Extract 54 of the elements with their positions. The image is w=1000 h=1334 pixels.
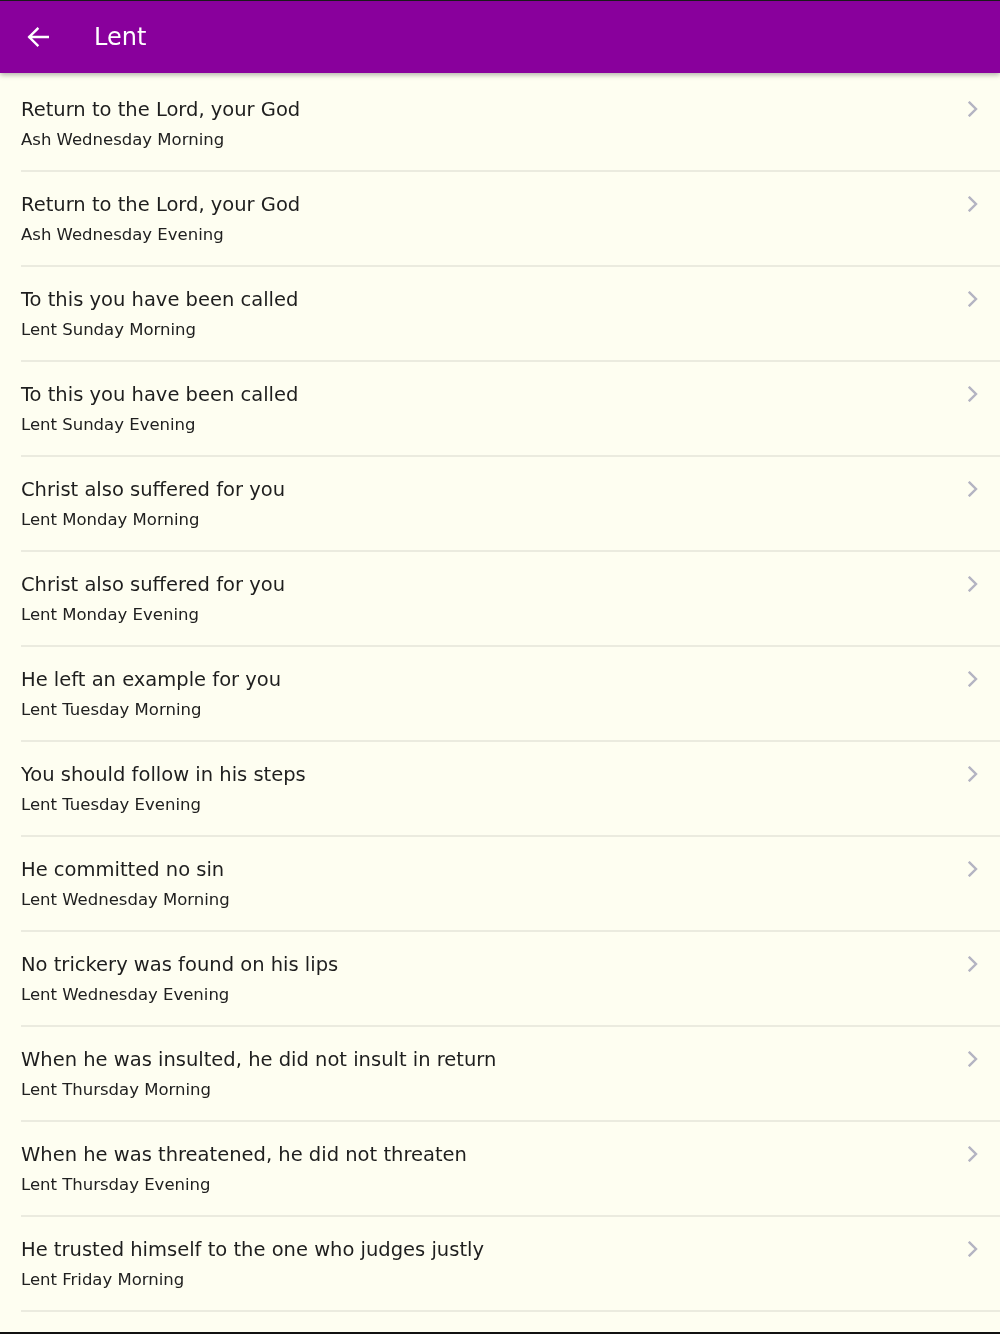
list-item[interactable]: You should follow in his steps Lent Tuesday Evening — [21, 742, 1000, 837]
chevron-right-icon — [968, 101, 978, 117]
item-subtitle: Lent Wednesday Evening — [21, 984, 231, 1006]
item-subtitle: Lent Thursday Morning — [21, 1079, 212, 1101]
item-title: Christ also suffered for you — [21, 477, 286, 503]
item-title: You should follow in his steps — [21, 762, 306, 788]
chevron-right-icon — [968, 1051, 978, 1067]
chevron-right-icon — [968, 291, 978, 307]
list-item[interactable]: To this you have been called Lent Sunday Morning — [21, 267, 1000, 362]
item-title: Return to the Lord, your God — [21, 97, 301, 123]
chevron-right-icon — [968, 1146, 978, 1162]
item-subtitle: Lent Monday Morning — [21, 509, 201, 531]
item-title: He left an example for you — [21, 667, 282, 693]
item-title: He committed no sin — [21, 857, 226, 883]
item-title: To this you have been called — [21, 382, 299, 408]
item-title: To this you have been called — [21, 287, 299, 313]
list-item[interactable]: Christ also suffered for you Lent Monday Morning — [21, 457, 1000, 552]
chevron-right-icon — [968, 1241, 978, 1257]
item-title: No trickery was found on his lips — [21, 952, 339, 978]
list-item[interactable]: He left an example for you Lent Tuesday Morning — [21, 647, 1000, 742]
chevron-right-icon — [968, 576, 978, 592]
list-item[interactable]: When he was threatened, he did not threaten Lent Thursday Evening — [21, 1122, 1000, 1217]
chevron-right-icon — [968, 481, 978, 497]
item-title: When he was threatened, he did not threaten — [21, 1142, 467, 1168]
back-icon[interactable] — [27, 27, 49, 47]
chevron-right-icon — [968, 386, 978, 402]
chevron-right-icon — [968, 196, 978, 212]
list-item[interactable]: He committed no sin Lent Wednesday Morning — [21, 837, 1000, 932]
item-title: Christ also suffered for you — [21, 572, 286, 598]
chevron-right-icon — [968, 671, 978, 687]
chevron-right-icon — [968, 956, 978, 972]
item-subtitle: Lent Wednesday Morning — [21, 889, 230, 911]
list-item[interactable]: To this you have been called Lent Sunday Evening — [21, 362, 1000, 457]
chevron-right-icon — [968, 766, 978, 782]
item-subtitle: Lent Monday Evening — [21, 604, 200, 626]
list-item[interactable]: No trickery was found on his lips Lent Wednesday Evening — [21, 932, 1000, 1027]
list-item[interactable]: Christ also suffered for you Lent Monday Evening — [21, 552, 1000, 647]
screen-title: Lent — [94, 22, 147, 52]
item-subtitle: Ash Wednesday Evening — [21, 224, 225, 246]
list-item[interactable]: When he was insulted, he did not insult in return Lent Thursday Morning — [21, 1027, 1000, 1122]
list-item[interactable]: He trusted himself to the one who judges justly Lent Friday Morning — [21, 1217, 1000, 1312]
item-subtitle: Lent Sunday Morning — [21, 319, 197, 341]
item-subtitle: Lent Thursday Evening — [21, 1174, 212, 1196]
chevron-right-icon — [968, 861, 978, 877]
item-subtitle: Ash Wednesday Morning — [21, 129, 226, 151]
item-subtitle: Lent Sunday Evening — [21, 414, 197, 436]
item-title: Return to the Lord, your God — [21, 192, 301, 218]
item-title: When he was insulted, he did not insult in return — [21, 1047, 497, 1073]
item-subtitle: Lent Tuesday Evening — [21, 794, 202, 816]
item-subtitle: Lent Friday Morning — [21, 1269, 186, 1291]
list-item[interactable]: Return to the Lord, your God Ash Wednesday Morning — [21, 77, 1000, 172]
list-item[interactable]: Return to the Lord, your God Ash Wednesday Evening — [21, 172, 1000, 267]
item-title: He trusted himself to the one who judges justly — [21, 1237, 484, 1263]
item-subtitle: Lent Tuesday Morning — [21, 699, 203, 721]
